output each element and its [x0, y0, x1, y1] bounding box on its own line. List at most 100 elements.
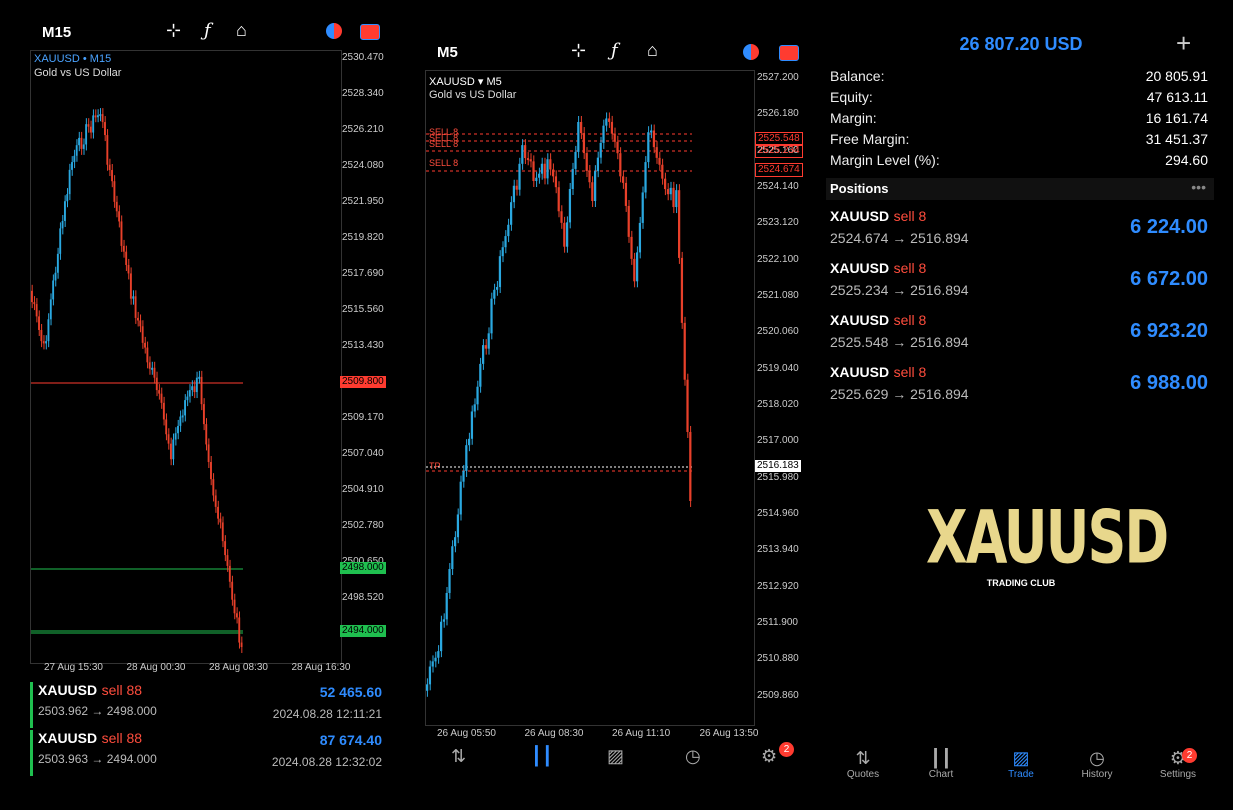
trade-toggle-icon[interactable] [779, 45, 799, 61]
more-icon[interactable]: ••• [1191, 179, 1206, 195]
candle [624, 182, 628, 206]
account-value: 31 451.37 [1145, 131, 1208, 147]
candle [666, 189, 670, 195]
candle [591, 182, 594, 202]
order-label[interactable]: SELL 8 [429, 158, 458, 168]
position-row[interactable]: XAUUSD sell 8 2525.548 → 2516.894 6 923.… [830, 312, 1212, 364]
candle [568, 188, 572, 223]
history-nav-icon[interactable]: ◷ [685, 746, 701, 767]
candle [56, 253, 59, 273]
candle [490, 298, 493, 334]
position-row[interactable]: XAUUSD sell 8 2524.674 → 2516.894 6 224.… [830, 208, 1212, 260]
indicator-f-icon[interactable]: ƒ [204, 20, 211, 41]
candle [167, 434, 170, 444]
nav-settings[interactable]: ⚙ Settings [1150, 748, 1206, 780]
candle [549, 159, 552, 170]
candle [585, 153, 588, 171]
candle [207, 444, 210, 463]
order-label[interactable]: SELL 8 [429, 139, 458, 149]
candle [636, 252, 639, 282]
candle [554, 176, 558, 188]
account-value: 16 161.74 [1145, 110, 1208, 126]
nav-label: Settings [1159, 769, 1197, 780]
one-click-trade-icon[interactable] [743, 44, 759, 60]
candle [543, 163, 546, 179]
candle [224, 541, 227, 556]
one-click-trade-icon[interactable] [326, 23, 342, 39]
positions-header[interactable]: Positions ••• [826, 178, 1214, 200]
nav-chart[interactable]: ┃┃ Chart [916, 748, 966, 780]
position-row[interactable]: XAUUSD sell 8 2525.234 → 2516.894 6 672.… [830, 260, 1212, 312]
mid-timeframe[interactable]: M5 [437, 44, 458, 61]
crosshair-icon[interactable]: ⊹ [571, 40, 586, 61]
candle [139, 320, 142, 327]
crosshair-icon[interactable]: ⊹ [166, 20, 181, 41]
candle [235, 613, 238, 618]
candle [179, 416, 182, 426]
position-symbol: XAUUSD [830, 312, 890, 328]
candle [49, 299, 52, 320]
candle [78, 137, 80, 146]
candle [524, 145, 527, 159]
account-label: Free Margin: [830, 131, 910, 147]
candle [652, 130, 656, 148]
candle [89, 126, 92, 133]
candle [664, 178, 667, 190]
left-candles [31, 108, 243, 653]
time-tick: 26 Aug 11:10 [612, 728, 671, 739]
candle [627, 205, 630, 237]
account-row: Equity: 47 613.11 [830, 89, 1208, 110]
mid-chart-area[interactable]: XAUUSD ▾ M5 Gold vs US Dollar SELL 8 SELL… [425, 70, 755, 726]
nav-label: History [1081, 769, 1113, 780]
objects-icon[interactable]: ⌂ [236, 20, 247, 41]
nav-trade[interactable]: ▨ Trade [996, 748, 1046, 780]
time-tick: 28 Aug 16:30 [291, 662, 351, 673]
left-position-row[interactable]: XAUUSD sell 88 87 674.40 2503.963 → 2494… [30, 730, 386, 776]
time-tick: 27 Aug 15:30 [44, 662, 103, 673]
settings-nav-icon[interactable]: ⚙ [761, 746, 777, 767]
chart-nav-icon[interactable]: ┃┃ [531, 746, 553, 767]
candle [73, 155, 76, 163]
position-row[interactable]: XAUUSD sell 8 2525.629 → 2516.894 6 988.… [830, 364, 1212, 416]
mid-time-axis: 26 Aug 05:50 26 Aug 08:30 26 Aug 11:10 26 A… [425, 726, 815, 742]
price-tag: 2509.800 [340, 376, 386, 388]
candle [535, 177, 538, 182]
candle [599, 142, 602, 158]
candle [85, 124, 88, 145]
nav-label: Chart [928, 769, 954, 780]
candle [54, 272, 57, 281]
candle [546, 159, 549, 179]
quotes-nav-icon[interactable]: ⇅ [451, 746, 466, 767]
candle [106, 135, 109, 165]
history-nav-icon: ◷ [1089, 748, 1105, 768]
candle [532, 161, 535, 182]
mid-price-tags: 2525.548 2525.234 2524.674 2516.183 [755, 70, 813, 724]
indicator-f-icon[interactable]: ƒ [611, 40, 618, 61]
account-summary: Balance: 20 805.91 Equity: 47 613.11 Mar… [830, 68, 1208, 173]
trade-toggle-icon[interactable] [360, 24, 380, 40]
candle [426, 684, 429, 691]
position-side: sell 8 [893, 364, 927, 380]
position-symbol: XAUUSD [830, 260, 890, 276]
candle [129, 273, 132, 299]
left-timeframe[interactable]: M15 [42, 24, 71, 41]
nav-history[interactable]: ◷ History [1072, 748, 1122, 780]
objects-icon[interactable]: ⌂ [647, 40, 658, 61]
nav-label: Quotes [846, 769, 880, 780]
candle [613, 133, 616, 142]
candle [619, 153, 622, 177]
candle [240, 642, 243, 647]
position-side: sell 88 [101, 730, 143, 746]
candle [153, 367, 156, 378]
price-tag: 2516.183 [755, 460, 801, 472]
account-label: Margin: [830, 110, 877, 126]
quotes-nav-icon: ⇅ [855, 748, 871, 768]
order-label[interactable]: TP [429, 461, 441, 471]
left-position-row[interactable]: XAUUSD sell 88 52 465.60 2503.962 → 2498… [30, 682, 386, 728]
left-chart-area[interactable]: XAUUSD • M15 Gold vs US Dollar [30, 50, 342, 664]
add-order-icon[interactable]: + [1176, 28, 1191, 59]
candle [608, 118, 611, 122]
nav-quotes[interactable]: ⇅ Quotes [838, 748, 888, 780]
candle [96, 115, 99, 118]
trade-nav-icon[interactable]: ▨ [607, 746, 624, 767]
